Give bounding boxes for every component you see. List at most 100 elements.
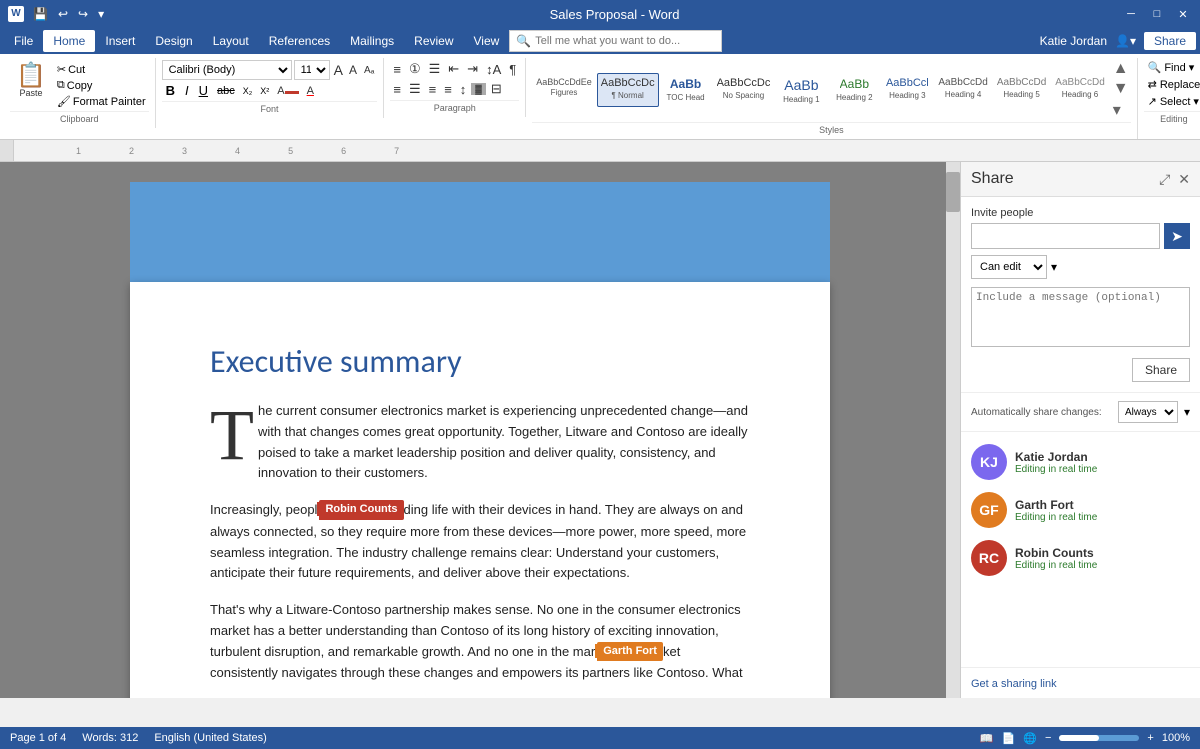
collaborators-list: KJ Katie Jordan Editing in real time GF …: [961, 432, 1200, 588]
align-center-button[interactable]: ☰: [406, 80, 424, 98]
menu-review[interactable]: Review: [404, 30, 463, 52]
align-left-button[interactable]: ≡: [390, 81, 404, 98]
select-button[interactable]: ↗ Select ▾: [1144, 94, 1200, 109]
shading-button[interactable]: ▓: [471, 83, 486, 95]
search-input[interactable]: [535, 35, 715, 47]
zoom-track: [1059, 735, 1099, 741]
menu-insert[interactable]: Insert: [95, 30, 145, 52]
panel-expand-icon[interactable]: ⤢: [1159, 171, 1170, 188]
editing-group: 🔍 Find ▾ ⇄ Replace ↗ Select ▾ Editing: [1138, 58, 1200, 128]
font-shrink-button[interactable]: A: [347, 63, 359, 77]
style-heading4[interactable]: AaBbCcDd Heading 4: [934, 73, 991, 108]
auto-share-select[interactable]: Always Ask me Never: [1118, 401, 1178, 423]
scrollbar-thumb[interactable]: [946, 172, 960, 212]
paste-button[interactable]: 📋 Paste: [10, 60, 52, 102]
restore-btn[interactable]: □: [1148, 7, 1166, 21]
text-highlight-button[interactable]: A: [274, 84, 301, 98]
share-top-button[interactable]: Share: [1144, 32, 1196, 50]
decrease-indent-button[interactable]: ⇤: [445, 60, 462, 78]
copy-button[interactable]: ⧉ Copy: [54, 78, 149, 93]
doc-executive-summary-title: Executive summary: [210, 342, 750, 381]
menu-home[interactable]: Home: [43, 30, 95, 52]
show-formatting-button[interactable]: ¶: [506, 61, 519, 78]
align-right-button[interactable]: ≡: [426, 81, 440, 98]
style-heading6[interactable]: AaBbCcDd Heading 6: [1051, 73, 1108, 108]
justify-button[interactable]: ≡: [441, 81, 455, 98]
document-area[interactable]: Executive summary T he current consumer …: [0, 162, 960, 698]
styles-up-arrow[interactable]: ▲: [1111, 60, 1131, 78]
find-button[interactable]: 🔍 Find ▾: [1144, 60, 1200, 75]
style-toc[interactable]: AaBb TOC Head: [660, 73, 712, 108]
style-heading2[interactable]: AaBb Heading 2: [828, 73, 880, 108]
zoom-slider[interactable]: [1059, 735, 1139, 741]
font-family-select[interactable]: Calibri (Body): [162, 60, 292, 80]
zoom-out-icon[interactable]: −: [1045, 732, 1051, 744]
font-color-button[interactable]: A: [304, 84, 317, 98]
panel-close-button[interactable]: ✕: [1178, 171, 1190, 188]
page-info: Page 1 of 4: [10, 732, 66, 744]
garth-avatar-img: GF: [971, 492, 1007, 528]
panel-controls: ⤢ ✕: [1159, 171, 1190, 188]
zoom-in-icon[interactable]: +: [1147, 732, 1153, 744]
menu-file[interactable]: File: [4, 30, 43, 52]
ribbon: 📋 Paste ✂ Cut ⧉ Copy 🖌 Format Painter Cl…: [0, 54, 1200, 140]
tell-me-search[interactable]: 🔍: [509, 30, 1029, 52]
styles-more-arrow[interactable]: ▾: [1111, 100, 1131, 120]
increase-indent-button[interactable]: ⇥: [464, 60, 481, 78]
more-quick-btn[interactable]: ▾: [95, 5, 107, 23]
menu-references[interactable]: References: [259, 30, 340, 52]
subscript-button[interactable]: X₂: [240, 85, 256, 97]
underline-button[interactable]: U: [195, 82, 212, 99]
share-button[interactable]: Share: [1132, 358, 1190, 382]
replace-button[interactable]: ⇄ Replace: [1144, 77, 1200, 92]
style-heading5[interactable]: AaBbCcDd Heading 5: [993, 73, 1050, 108]
style-no-spacing[interactable]: AaBbCcDc No Spacing: [713, 73, 775, 108]
strikethrough-button[interactable]: abc: [214, 84, 238, 98]
message-textarea[interactable]: [971, 287, 1190, 347]
minimize-btn[interactable]: ─: [1122, 7, 1140, 21]
menu-view[interactable]: View: [464, 30, 510, 52]
style-heading3[interactable]: AaBbCcl Heading 3: [881, 73, 933, 108]
font-grow-button[interactable]: A: [332, 62, 345, 78]
sort-button[interactable]: ↕A: [483, 61, 504, 78]
invite-input[interactable]: [971, 223, 1160, 249]
close-btn[interactable]: ✕: [1174, 7, 1192, 21]
style-normal[interactable]: AaBbCcDc ¶ Normal: [597, 73, 659, 108]
numbering-button[interactable]: ①: [406, 60, 424, 78]
vertical-scrollbar[interactable]: [946, 162, 960, 698]
permission-select[interactable]: Can edit Can view: [971, 255, 1047, 279]
menu-layout[interactable]: Layout: [203, 30, 259, 52]
font-size-select[interactable]: 11: [294, 60, 330, 80]
bold-button[interactable]: B: [162, 82, 179, 99]
menu-mailings[interactable]: Mailings: [340, 30, 404, 52]
redo-quick-btn[interactable]: ↪: [75, 5, 91, 23]
h3-preview: AaBbCcl: [886, 76, 929, 91]
superscript-button[interactable]: X²: [257, 85, 272, 97]
view-read-icon[interactable]: 📖: [980, 732, 994, 745]
save-quick-btn[interactable]: 💾: [30, 5, 51, 23]
clear-formatting-button[interactable]: Aₐ: [361, 64, 377, 77]
invite-send-button[interactable]: ➤: [1164, 223, 1190, 249]
bullets-button[interactable]: ≡: [390, 61, 404, 78]
word-count: Words: 312: [82, 732, 138, 744]
search-box[interactable]: 🔍: [509, 30, 722, 52]
format-painter-button[interactable]: 🖌 Format Painter: [54, 94, 149, 109]
garth-cursor-label: Garth Fort: [597, 642, 663, 662]
multilevel-button[interactable]: ☰: [426, 60, 444, 78]
styles-down-arrow[interactable]: ▼: [1111, 80, 1131, 98]
style-figures[interactable]: AaBbCcDdEe Figures: [532, 73, 596, 108]
view-web-icon[interactable]: 🌐: [1023, 732, 1037, 745]
cut-button[interactable]: ✂ Cut: [54, 62, 149, 77]
h2-preview: AaBb: [840, 76, 869, 93]
view-print-icon[interactable]: 📄: [1002, 732, 1016, 745]
get-sharing-link[interactable]: Get a sharing link: [971, 678, 1057, 690]
style-heading1[interactable]: AaBb Heading 1: [775, 73, 827, 108]
line-spacing-button[interactable]: ↕: [457, 81, 470, 98]
menu-design[interactable]: Design: [145, 30, 202, 52]
find-icon: 🔍: [1148, 61, 1162, 74]
undo-quick-btn[interactable]: ↩: [55, 5, 71, 23]
menu-bar: File Home Insert Design Layout Reference…: [0, 28, 1200, 54]
border-button[interactable]: ⊟: [488, 80, 505, 98]
clipboard-group: 📋 Paste ✂ Cut ⧉ Copy 🖌 Format Painter Cl…: [4, 58, 156, 128]
italic-button[interactable]: I: [181, 82, 193, 99]
